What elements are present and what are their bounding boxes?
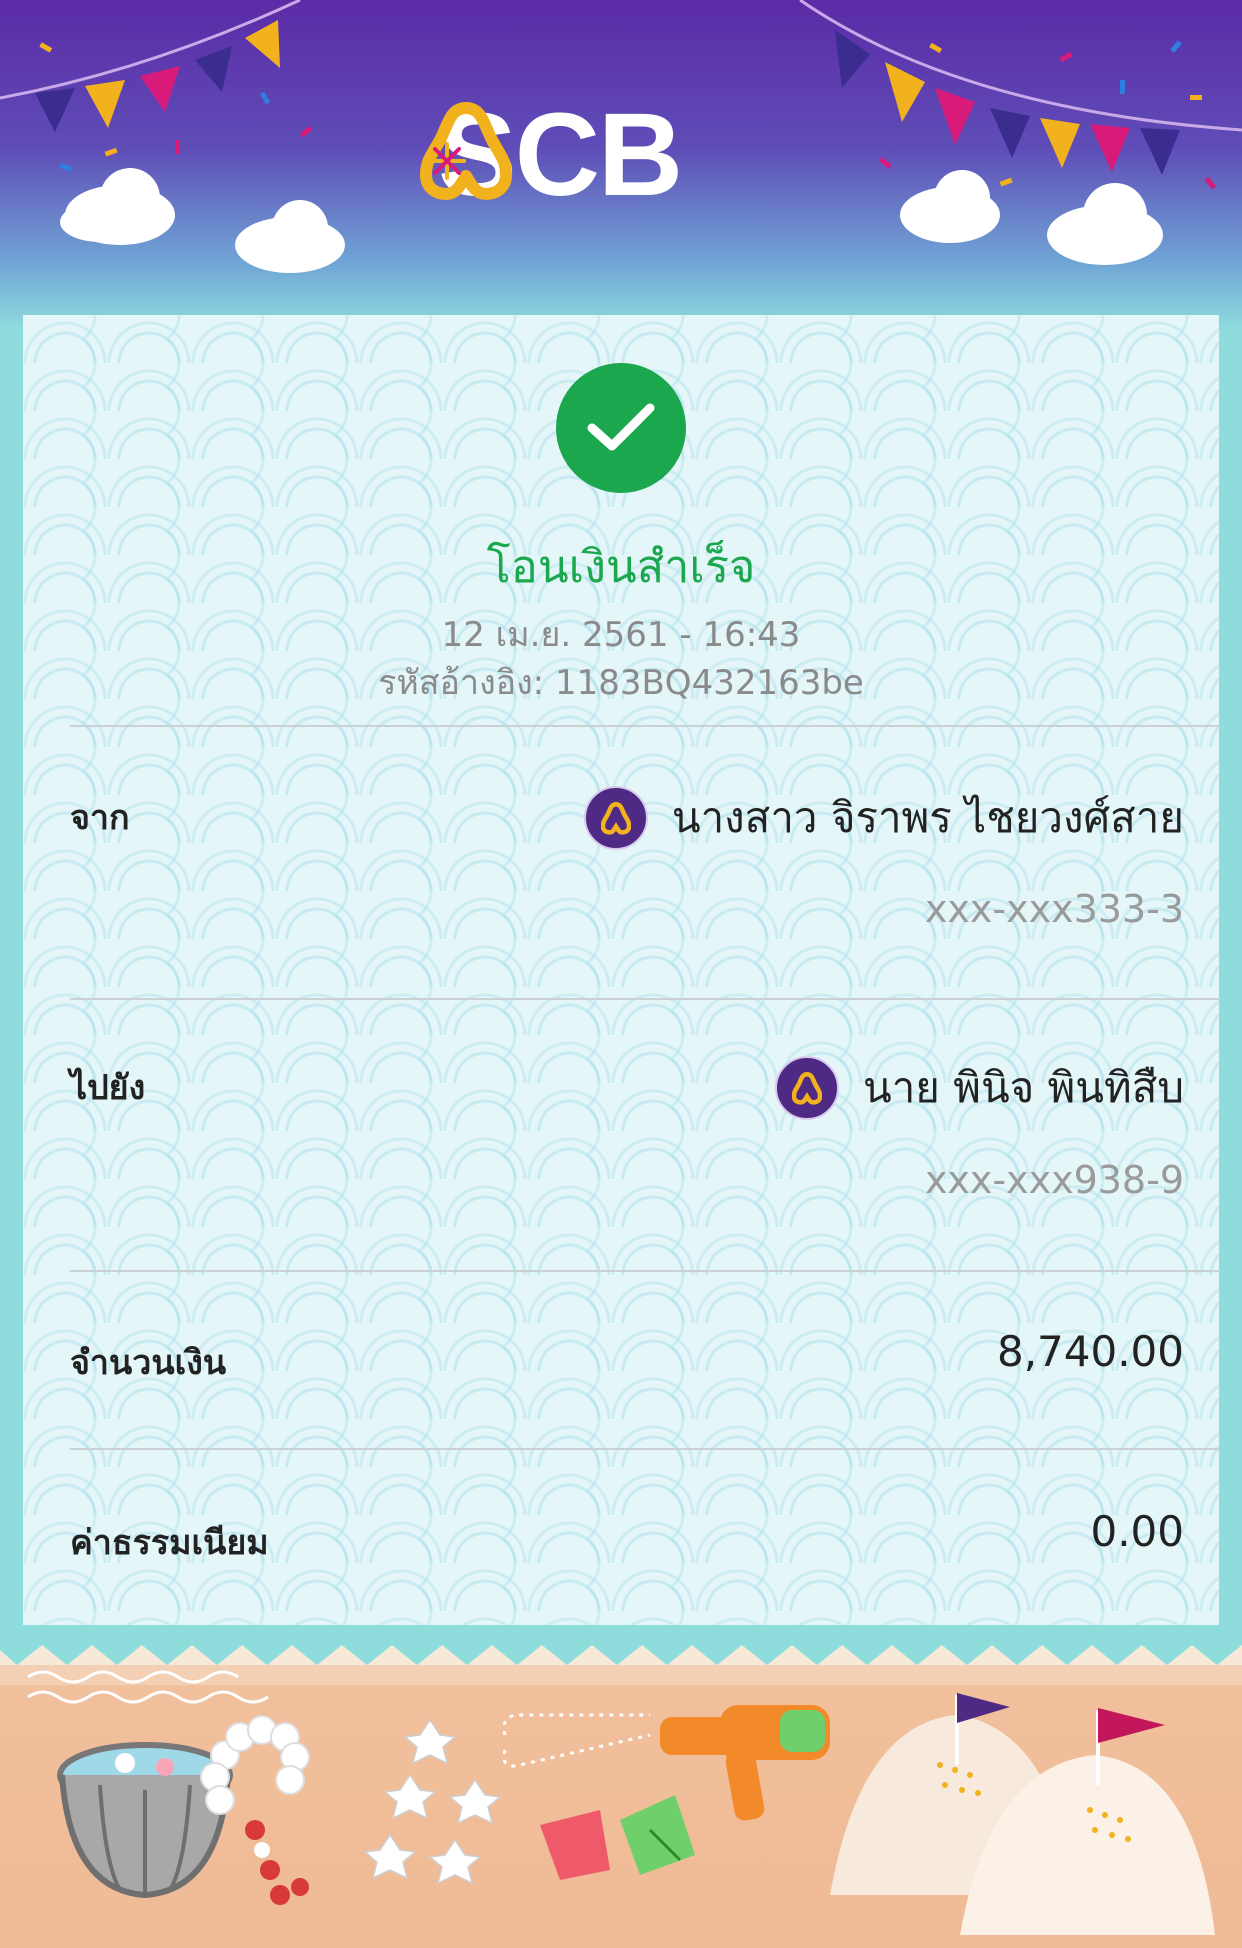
check-icon [587,403,655,451]
header-banner: SCB [0,0,1242,330]
divider [70,1270,1220,1272]
sparkle-icon [428,142,466,180]
scb-logo: SCB [420,96,683,214]
divider [70,1448,1220,1450]
divider [70,998,1220,1000]
scb-bank-icon [583,786,648,850]
transaction-datetime: 12 เม.ย. 2561 - 16:43 [441,615,801,655]
receipt-card: โอนเงินสำเร็จ 12 เม.ย. 2561 - 16:43 รหัส… [23,315,1220,1625]
from-account-holder: นางสาว จิราพร ไชยวงศ์สาย [583,785,1184,851]
from-label: จาก [70,798,130,838]
from-name: นางสาว จิราพร ไชยวงศ์สาย [671,793,1184,842]
check-circle-icon [556,363,686,493]
fee-value: 0.00 [1090,1507,1184,1556]
songkran-footer-illustration [0,1625,1242,1948]
fee-label: ค่าธรรมเนียม [70,1523,269,1563]
scb-bank-icon [775,1056,839,1120]
to-account-holder: นาย พินิจ พินทิสืบ [775,1055,1184,1121]
reference-number: รหัสอ้างอิง: 1183BQ432163be [378,663,864,703]
amount-value: 8,740.00 [996,1327,1184,1376]
to-label: ไปยัง [70,1068,146,1108]
transfer-success-title: โอนเงินสำเร็จ [486,540,756,593]
from-account-number: xxx-xxx333-3 [924,887,1184,931]
divider [70,725,1220,727]
amount-label: จำนวนเงิน [70,1343,227,1383]
songkran-illustration [0,1625,1242,1948]
to-account-number: xxx-xxx938-9 [924,1158,1184,1202]
to-name: นาย พินิจ พินทิสืบ [863,1063,1184,1112]
